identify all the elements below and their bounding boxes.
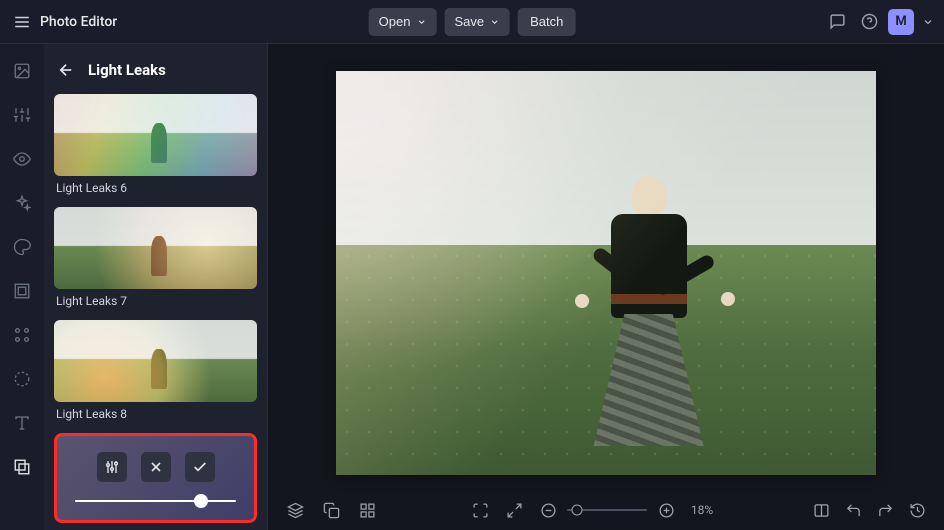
preset-light-leaks-8[interactable]: Light Leaks 8 [54,320,257,421]
fit-screen-icon[interactable] [469,499,491,521]
layers-icon[interactable] [284,499,306,521]
grid-icon[interactable] [356,499,378,521]
save-label: Save [454,14,484,29]
zoom-out-icon[interactable] [537,499,559,521]
elements-tool-icon[interactable] [7,320,37,350]
undo-icon[interactable] [842,499,864,521]
bottom-left [284,499,378,521]
apply-check-icon[interactable] [185,452,215,482]
main: Light Leaks Light Leaks 6 Light Leaks 7 … [0,44,944,530]
avatar-initial: M [895,14,906,29]
adjust-tool-icon[interactable] [7,100,37,130]
bottom-right [810,499,928,521]
batch-button[interactable]: Batch [518,8,575,36]
preset-light-leaks-7[interactable]: Light Leaks 7 [54,207,257,308]
cancel-x-icon[interactable] [141,452,171,482]
chevron-down-icon [490,17,500,27]
side-panel: Light Leaks Light Leaks 6 Light Leaks 7 … [44,44,268,530]
redo-icon[interactable] [874,499,896,521]
preset-thumb [54,207,257,289]
image-tool-icon[interactable] [7,56,37,86]
ai-sparkle-tool-icon[interactable] [7,188,37,218]
zoom-slider[interactable] [567,509,647,511]
bottom-bar: 18% [268,490,944,530]
zoom-in-icon[interactable] [655,499,677,521]
settings-sliders-icon[interactable] [97,452,127,482]
zoom-percent: 18% [685,503,719,517]
canvas-image [336,71,876,475]
save-button[interactable]: Save [444,8,510,36]
preset-label: Light Leaks 8 [56,407,257,421]
preset-thumb [54,320,257,402]
open-button[interactable]: Open [369,8,437,36]
open-label: Open [379,14,411,29]
frame-tool-icon[interactable] [7,276,37,306]
preset-light-leaks-6[interactable]: Light Leaks 6 [54,94,257,195]
bottom-center: 18% [392,499,796,521]
topbar-center: Open Save Batch [369,8,576,36]
chevron-down-icon [416,17,426,27]
canvas-area: 18% [268,44,944,530]
palette-tool-icon[interactable] [7,232,37,262]
eye-tool-icon[interactable] [7,144,37,174]
back-arrow-icon[interactable] [54,58,78,82]
preset-thumb [54,94,257,176]
app-title: Photo Editor [40,14,117,30]
zoom-cluster: 18% [537,499,719,521]
overlay-tool-icon[interactable] [7,452,37,482]
copy-icon[interactable] [320,499,342,521]
slider-handle[interactable] [194,494,208,508]
panel-title: Light Leaks [88,61,166,79]
adjust-panel [54,433,257,523]
preset-label: Light Leaks 7 [56,294,257,308]
adjust-buttons [71,452,240,482]
feedback-icon[interactable] [824,9,850,35]
actual-size-icon[interactable] [503,499,525,521]
compare-icon[interactable] [810,499,832,521]
history-icon[interactable] [906,499,928,521]
texture-tool-icon[interactable] [7,364,37,394]
preset-label: Light Leaks 6 [56,181,257,195]
help-icon[interactable] [856,9,882,35]
avatar[interactable]: M [888,9,914,35]
topbar: Photo Editor Open Save Batch M [0,0,944,44]
intensity-slider[interactable] [75,500,236,502]
account-chevron-icon[interactable] [920,9,936,35]
batch-label: Batch [530,14,563,29]
panel-header: Light Leaks [54,58,257,82]
tool-rail [0,44,44,530]
hamburger-menu-icon[interactable] [8,8,36,36]
topbar-right: M [824,9,936,35]
canvas-viewport[interactable] [268,44,944,490]
text-tool-icon[interactable] [7,408,37,438]
